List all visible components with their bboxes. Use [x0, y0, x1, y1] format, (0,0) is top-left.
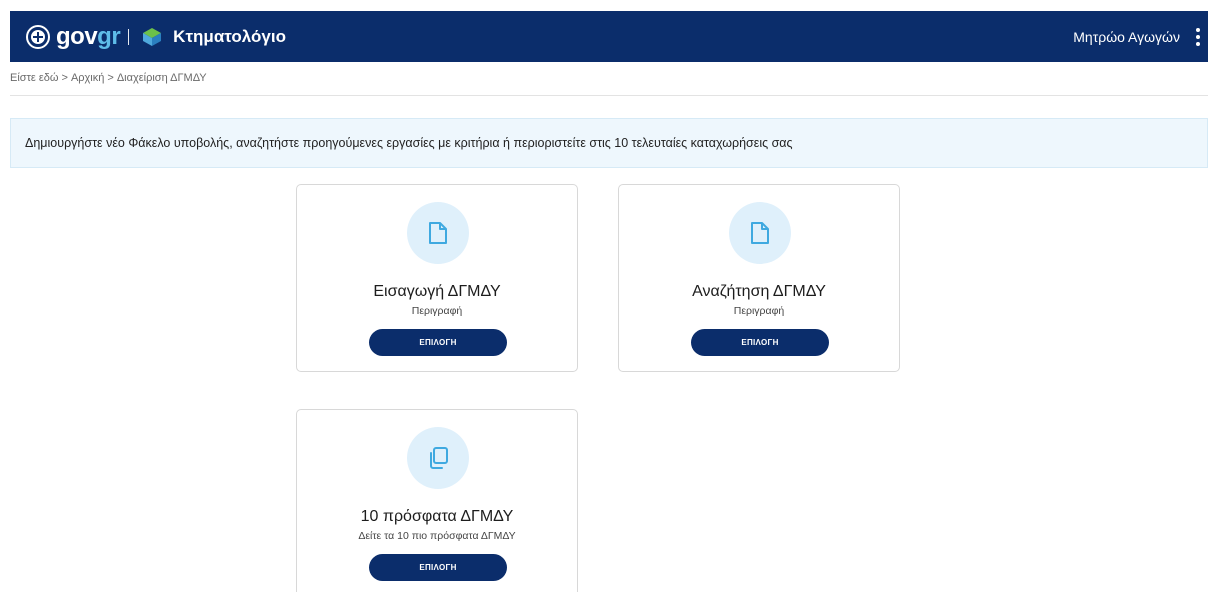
copy-icon	[407, 427, 469, 489]
breadcrumb: Είστε εδώ > Αρχική > Διαχείριση ΔΓΜΔΥ	[10, 72, 207, 84]
card-import: Εισαγωγή ΔΓΜΔΥ Περιγραφή ΕΠΙΛΟΓΗ	[296, 184, 578, 372]
select-button[interactable]: ΕΠΙΛΟΓΗ	[691, 329, 829, 356]
card-title: Αναζήτηση ΔΓΜΔΥ	[692, 283, 826, 300]
card-recent: 10 πρόσφατα ΔΓΜΔΥ Δείτε τα 10 πιο πρόσφα…	[296, 409, 578, 592]
breadcrumb-item-home[interactable]: Αρχική	[71, 72, 104, 84]
breadcrumb-item-current: Διαχείριση ΔΓΜΔΥ	[116, 72, 207, 84]
logo-separator	[128, 28, 130, 45]
breadcrumb-separator: >	[107, 72, 114, 84]
info-banner: Δημιουργήστε νέο Φάκελο υποβολής, αναζητ…	[10, 118, 1208, 168]
breadcrumb-separator: >	[61, 72, 68, 84]
select-button[interactable]: ΕΠΙΛΟΓΗ	[369, 329, 507, 356]
card-description: Περιγραφή	[733, 305, 785, 317]
top-navigation-bar: govgr Κτηματολόγιο Μητρώο Αγωγών	[10, 11, 1208, 62]
brand-logo[interactable]: govgr Κτηματολόγιο	[26, 11, 286, 62]
card-search: Αναζήτηση ΔΓΜΔΥ Περιγραφή ΕΠΙΛΟΓΗ	[618, 184, 900, 372]
card-description: Περιγραφή	[411, 305, 463, 317]
card-description: Δείτε τα 10 πιο πρόσφατα ΔΓΜΔΥ	[358, 530, 516, 542]
more-vertical-icon[interactable]	[1192, 25, 1204, 49]
cube-logo-icon	[143, 27, 162, 46]
header-divider	[10, 95, 1208, 96]
document-icon	[407, 202, 469, 264]
govgr-logo: govgr	[56, 23, 121, 50]
document-icon	[729, 202, 791, 264]
user-menu-label[interactable]: Μητρώο Αγωγών	[1073, 29, 1180, 45]
card-title: Εισαγωγή ΔΓΜΔΥ	[373, 283, 501, 300]
greek-emblem-icon	[26, 24, 50, 49]
select-button[interactable]: ΕΠΙΛΟΓΗ	[369, 554, 507, 581]
user-menu[interactable]: Μητρώο Αγωγών	[1073, 11, 1208, 62]
info-banner-text: Δημιουργήστε νέο Φάκελο υποβολής, αναζητ…	[25, 136, 793, 150]
card-title: 10 πρόσφατα ΔΓΜΔΥ	[360, 508, 514, 525]
product-name: Κτηματολόγιο	[173, 26, 286, 46]
breadcrumb-prefix: Είστε εδώ	[10, 72, 59, 84]
